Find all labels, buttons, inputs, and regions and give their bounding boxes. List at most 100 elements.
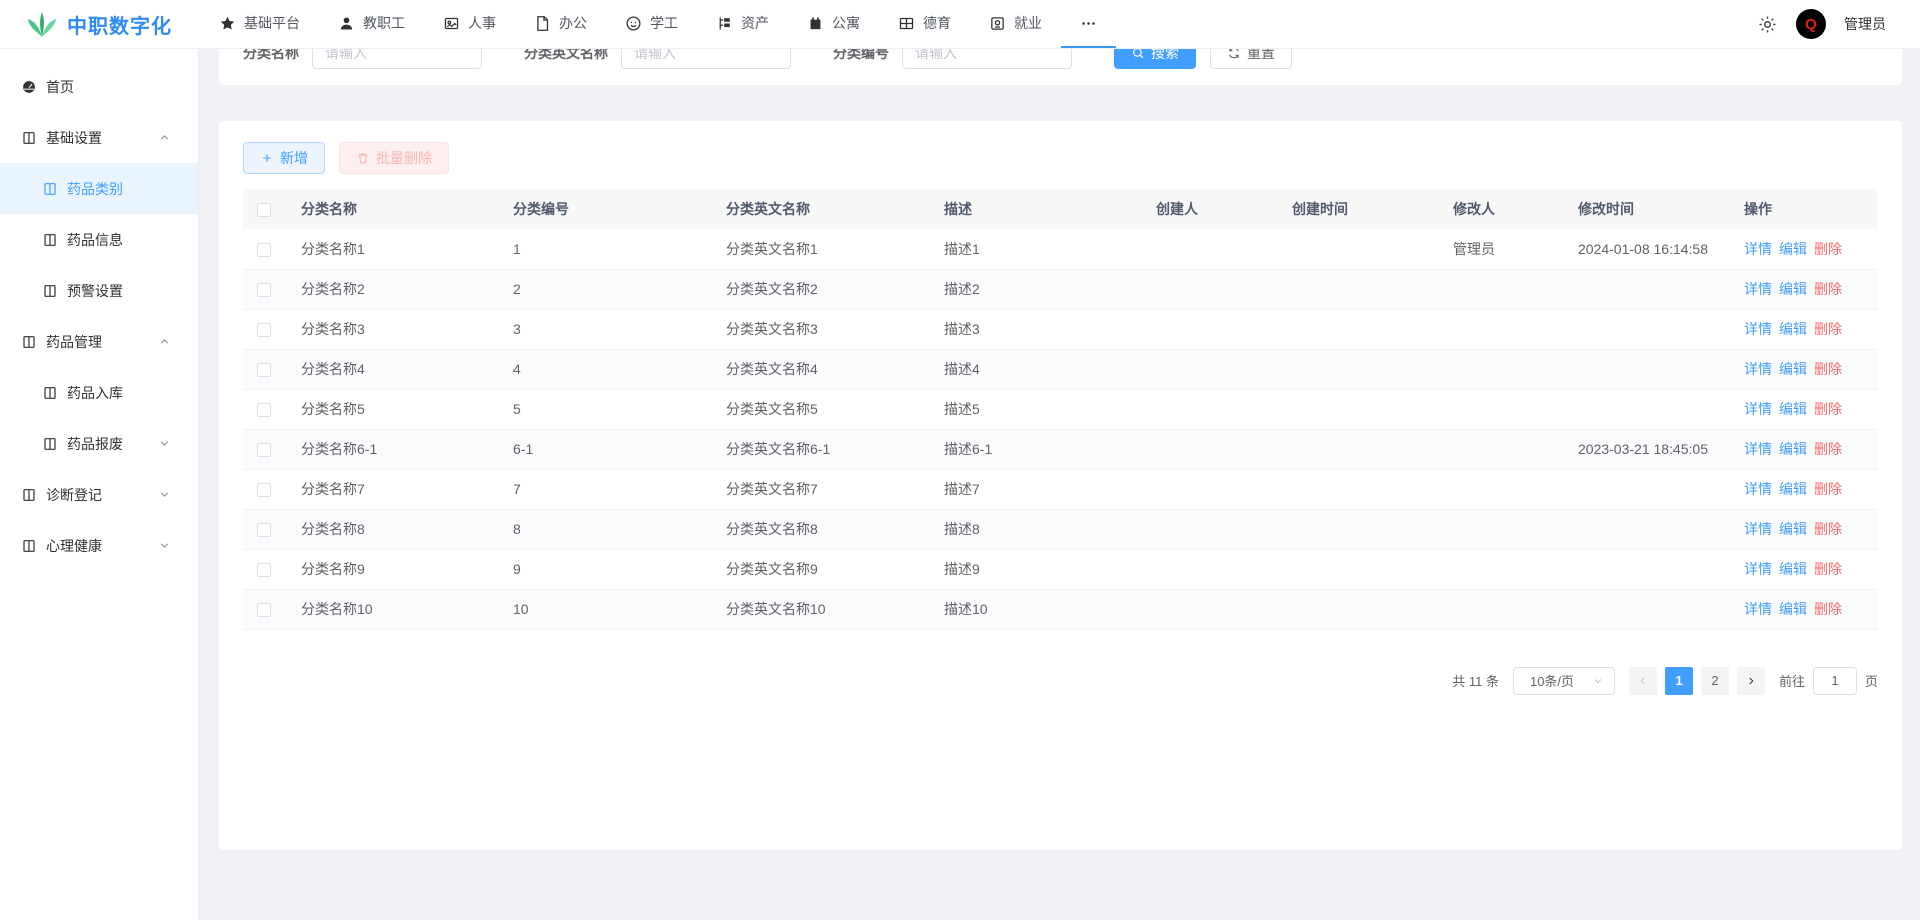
edit-link[interactable]: 编辑 (1779, 481, 1807, 497)
edit-link[interactable]: 编辑 (1779, 561, 1807, 577)
edit-link[interactable]: 编辑 (1779, 361, 1807, 377)
nav-item-学工[interactable]: 学工 (606, 0, 697, 48)
cell-desc: 描述9 (944, 561, 980, 577)
nav-item-人事[interactable]: 人事 (424, 0, 515, 48)
edit-link[interactable]: 编辑 (1779, 601, 1807, 617)
table-header: 分类名称 分类编号 分类英文名称 描述 创建人 创建时间 修改人 修改时间 操作 (243, 189, 1878, 229)
goto-page-input[interactable] (1812, 666, 1857, 695)
delete-link[interactable]: 删除 (1814, 521, 1842, 537)
settings-gear-icon[interactable] (1757, 14, 1778, 35)
cell-code: 8 (513, 521, 521, 537)
select-all-checkbox[interactable] (257, 203, 271, 218)
nav-item-公寓[interactable]: 公寓 (788, 0, 879, 48)
detail-link[interactable]: 详情 (1744, 281, 1772, 297)
edit-link[interactable]: 编辑 (1779, 441, 1807, 457)
cell-modifier (1443, 429, 1568, 469)
row-checkbox[interactable] (257, 403, 271, 418)
edit-link[interactable]: 编辑 (1779, 401, 1807, 417)
table-row: 分类名称6-1 6-1 分类英文名称6-1 描述6-1 2023-03-21 18:45… (243, 429, 1878, 469)
sidebar-item-药品入库[interactable]: 药品入库 (0, 367, 198, 418)
cell-modify_time: 2023-03-21 18:45:05 (1578, 441, 1708, 457)
cell-code: 10 (513, 601, 529, 617)
delete-link[interactable]: 删除 (1814, 321, 1842, 337)
delete-link[interactable]: 删除 (1814, 441, 1842, 457)
sidebar-item-label: 基础设置 (46, 129, 102, 146)
nav-item-教职工[interactable]: 教职工 (319, 0, 424, 48)
row-checkbox[interactable] (257, 283, 271, 298)
cell-creator (1146, 229, 1282, 269)
sidebar-item-药品报废[interactable]: 药品报废 (0, 418, 198, 469)
page-button-1[interactable]: 1 (1664, 666, 1693, 695)
detail-link[interactable]: 详情 (1744, 481, 1772, 497)
nav-item-基础平台[interactable]: 基础平台 (200, 0, 319, 48)
nav-item-办公[interactable]: 办公 (515, 0, 606, 48)
nav-item-就业[interactable]: 就业 (970, 0, 1061, 48)
cell-create_time (1282, 509, 1443, 549)
delete-link[interactable]: 删除 (1814, 401, 1842, 417)
detail-link[interactable]: 详情 (1744, 361, 1772, 377)
page-button-2[interactable]: 2 (1700, 666, 1729, 695)
delete-link[interactable]: 删除 (1814, 481, 1842, 497)
edit-link[interactable]: 编辑 (1779, 241, 1807, 257)
delete-link[interactable]: 删除 (1814, 561, 1842, 577)
table-row: 分类名称4 4 分类英文名称4 描述4 详情 编辑 删除 (243, 349, 1878, 389)
sidebar-item-诊断登记[interactable]: 诊断登记 (0, 469, 198, 520)
row-checkbox-cell (243, 589, 291, 629)
edit-link[interactable]: 编辑 (1779, 281, 1807, 297)
cell-creator (1146, 349, 1282, 389)
nav-item-more[interactable] (1061, 0, 1116, 48)
sidebar-item-预警设置[interactable]: 预警设置 (0, 265, 198, 316)
delete-link[interactable]: 删除 (1814, 241, 1842, 257)
sidebar-item-首页[interactable]: 首页 (0, 61, 198, 112)
column-header-8: 操作 (1734, 189, 1878, 229)
cell-create_time (1282, 589, 1443, 629)
row-checkbox[interactable] (257, 443, 271, 458)
row-checkbox-cell (243, 349, 291, 389)
row-checkbox[interactable] (257, 563, 271, 578)
row-checkbox[interactable] (257, 363, 271, 378)
next-page-button[interactable] (1736, 666, 1765, 695)
detail-link[interactable]: 详情 (1744, 521, 1772, 537)
row-checkbox[interactable] (257, 323, 271, 338)
row-checkbox[interactable] (257, 242, 271, 257)
cell-create_time (1282, 269, 1443, 309)
detail-link[interactable]: 详情 (1744, 561, 1772, 577)
nav-item-资产[interactable]: 资产 (697, 0, 788, 48)
edit-link[interactable]: 编辑 (1779, 521, 1807, 537)
sidebar-item-药品信息[interactable]: 药品信息 (0, 214, 198, 265)
delete-link[interactable]: 删除 (1814, 281, 1842, 297)
sidebar-item-药品管理[interactable]: 药品管理 (0, 316, 198, 367)
add-button[interactable]: 新增 (243, 142, 325, 174)
row-checkbox[interactable] (257, 523, 271, 538)
delete-link[interactable]: 删除 (1814, 601, 1842, 617)
cell-desc: 描述2 (944, 281, 980, 297)
detail-link[interactable]: 详情 (1744, 321, 1772, 337)
user-avatar[interactable]: Q (1796, 9, 1826, 39)
sidebar-item-label: 预警设置 (67, 282, 123, 299)
edit-link[interactable]: 编辑 (1779, 321, 1807, 337)
sidebar-item-基础设置[interactable]: 基础设置 (0, 112, 198, 163)
chevron-down-icon (158, 539, 171, 552)
sidebar-item-心理健康[interactable]: 心理健康 (0, 520, 198, 571)
cell-en_name: 分类英文名称5 (726, 401, 818, 417)
sidebar-item-label: 药品管理 (46, 333, 102, 350)
detail-link[interactable]: 详情 (1744, 441, 1772, 457)
teacher-icon (338, 15, 355, 32)
delete-link[interactable]: 删除 (1814, 361, 1842, 377)
cell-name: 分类名称10 (301, 601, 373, 617)
row-checkbox[interactable] (257, 603, 271, 618)
cell-desc: 描述5 (944, 401, 980, 417)
sidebar-item-药品类别[interactable]: 药品类别 (0, 163, 198, 214)
nav-item-德育[interactable]: 德育 (879, 0, 970, 48)
page-size-select[interactable]: 10条/页 (1512, 666, 1615, 695)
batch-delete-button[interactable]: 批量删除 (339, 142, 449, 174)
detail-link[interactable]: 详情 (1744, 241, 1772, 257)
row-checkbox[interactable] (257, 483, 271, 498)
detail-link[interactable]: 详情 (1744, 401, 1772, 417)
cell-desc: 描述4 (944, 361, 980, 377)
cell-modifier (1443, 589, 1568, 629)
username-label[interactable]: 管理员 (1844, 14, 1886, 34)
prev-page-button[interactable] (1628, 666, 1657, 695)
cell-modifier (1443, 269, 1568, 309)
detail-link[interactable]: 详情 (1744, 601, 1772, 617)
